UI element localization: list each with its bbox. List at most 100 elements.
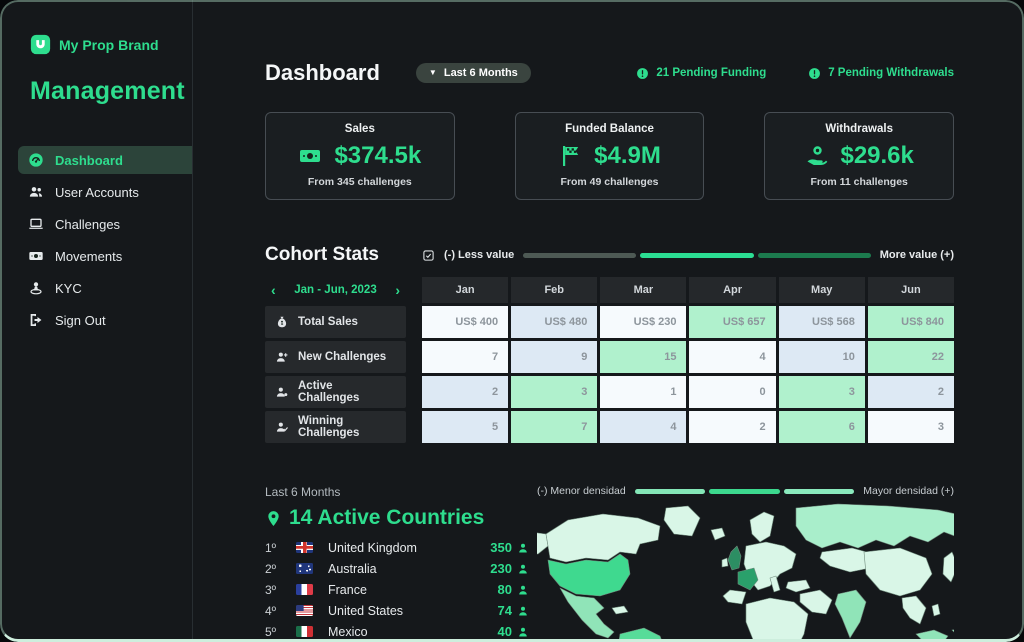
sidebar-item-kyc[interactable]: KYC [18,274,192,302]
country-rank: 2º [265,562,291,576]
cohort-cell[interactable]: 15 [600,341,686,373]
cohort-column-header: Jan [422,277,508,303]
cohort-cell[interactable]: 2 [868,376,954,408]
cohort-cell[interactable]: 1 [600,376,686,408]
app-window: My Prop Brand Management Dashboard User A… [0,0,1024,642]
cohort-cell[interactable]: 3 [779,376,865,408]
stat-card-title: Sales [274,123,446,135]
cohort-cell[interactable]: 3 [868,411,954,443]
sidebar-title: Management [0,77,192,106]
header: Dashboard ▼ Last 6 Months 21 Pending Fun… [265,60,954,86]
legend-more-label: More value (+) [880,249,954,261]
heat-segment [758,253,871,258]
brand-name: My Prop Brand [59,37,159,53]
country-count: 230 [490,561,512,576]
country-row-united-kingdom[interactable]: 1ºUnited Kingdom350 [265,540,533,555]
cohort-cell[interactable]: 2 [422,376,508,408]
sidebar-item-label: Sign Out [55,313,106,328]
heat-segment [523,253,636,258]
person-icon [517,626,533,638]
cohort-cell[interactable]: 22 [868,341,954,373]
sidebar-item-user-accounts[interactable]: User Accounts [18,178,192,206]
sidebar-item-challenges[interactable]: Challenges [18,210,192,238]
sidebar-nav: Dashboard User Accounts Challenges Movement… [0,146,192,334]
cohort-cell[interactable]: 5 [422,411,508,443]
header-badges: 21 Pending Funding 7 Pending Withdrawals [636,67,954,80]
cohort-column-header: Apr [689,277,775,303]
sidebar-item-label: Movements [55,249,122,264]
stat-card-title: Funded Balance [524,123,696,135]
cohort-cell[interactable]: 9 [511,341,597,373]
sidebar-item-label: KYC [55,281,82,296]
sidebar-item-sign-out[interactable]: Sign Out [18,306,192,334]
stat-card-sales: Sales $374.5k From 345 challenges [265,112,455,200]
cohort-cell[interactable]: 7 [511,411,597,443]
stat-card-subtitle: From 49 challenges [524,176,696,188]
money-bill-icon [298,144,322,168]
sidebar: My Prop Brand Management Dashboard User A… [0,0,193,642]
chevron-left-icon[interactable]: ‹ [271,282,276,298]
cohort-title: Cohort Stats [265,244,422,266]
sidebar-item-label: Dashboard [55,153,123,168]
country-row-mexico[interactable]: 5ºMexico40 [265,624,533,639]
cohort-cell[interactable]: 4 [689,341,775,373]
money-bill-icon [28,248,44,264]
person-icon [517,605,533,617]
stat-card-value: $4.9M [594,142,661,170]
sidebar-item-label: User Accounts [55,185,139,200]
cohort-column-header: May [779,277,865,303]
cohort-cell[interactable]: 10 [779,341,865,373]
person-icon [517,584,533,596]
heat-segment [784,489,855,494]
country-rank: 1º [265,541,291,555]
sidebar-item-movements[interactable]: Movements [18,242,192,270]
cohort-cell[interactable]: US$ 480 [511,306,597,338]
country-row-australia[interactable]: 2ºAustralia230 [265,561,533,576]
stat-card-value: $374.5k [334,142,421,170]
cohort-legend: (-) Less value More value (+) [422,249,954,262]
cohort-cell[interactable]: 4 [600,411,686,443]
stat-cards: Sales $374.5k From 345 challenges Funded Ba… [265,112,954,200]
person-check-icon [275,420,289,434]
cohort-cell[interactable]: 6 [779,411,865,443]
person-pin-icon [28,280,44,296]
main-content: Dashboard ▼ Last 6 Months 21 Pending Fun… [193,0,1024,642]
country-row-france[interactable]: 3ºFrance80 [265,582,533,597]
cohort-cell[interactable]: US$ 400 [422,306,508,338]
hand-coin-icon [804,144,828,168]
cohort-row-label-total-sales[interactable]: Total Sales [265,306,406,338]
flag-icon-fr [296,584,313,595]
badge-21-pending-funding: 21 Pending Funding [636,67,766,80]
period-selector[interactable]: ▼ Last 6 Months [416,63,531,83]
cohort-cell[interactable]: US$ 230 [600,306,686,338]
cohort-row-labels: Total Sales New Challenges Active Challeng… [265,306,406,443]
badge-7-pending-withdrawals: 7 Pending Withdrawals [808,67,954,80]
cohort-row-label-text: New Challenges [298,351,386,363]
cohort-cell[interactable]: US$ 840 [868,306,954,338]
flag-icon-au [296,563,313,574]
map-panel: (-) Menor densidad Mayor densidad (+) [533,485,954,642]
cohort-cell[interactable]: 2 [689,411,775,443]
cohort-row-label-new-challenges[interactable]: New Challenges [265,341,406,373]
cohort-table: JanFebMarAprMayJunUS$ 400US$ 480US$ 230U… [422,277,954,443]
country-name: United States [328,604,493,618]
cohort-cell[interactable]: US$ 657 [689,306,775,338]
chevron-right-icon[interactable]: › [395,282,400,298]
stat-card-subtitle: From 345 challenges [274,176,446,188]
cohort-cell[interactable]: 0 [689,376,775,408]
cohort-row-label-winning-challenges[interactable]: Winning Challenges [265,411,406,443]
cohort-cell[interactable]: 3 [511,376,597,408]
cohort-section: Cohort Stats (-) Less value More value (… [265,244,954,443]
brand: My Prop Brand [0,34,192,55]
cohort-row-label-active-challenges[interactable]: Active Challenges [265,376,406,408]
country-list: 1ºUnited Kingdom350 2ºAustralia230 3ºFranc… [265,540,533,642]
country-row-united-states[interactable]: 4ºUnited States74 [265,603,533,618]
stat-card-value: $29.6k [840,142,913,170]
bottom-section: Last 6 Months 14 Active Countries 1ºUnit… [265,485,954,642]
person-dot-icon [275,385,289,399]
cohort-cell[interactable]: 7 [422,341,508,373]
sidebar-item-dashboard[interactable]: Dashboard [18,146,192,174]
checkbox-icon[interactable] [422,249,435,262]
map-legend-more: Mayor densidad (+) [863,485,954,497]
cohort-cell[interactable]: US$ 568 [779,306,865,338]
